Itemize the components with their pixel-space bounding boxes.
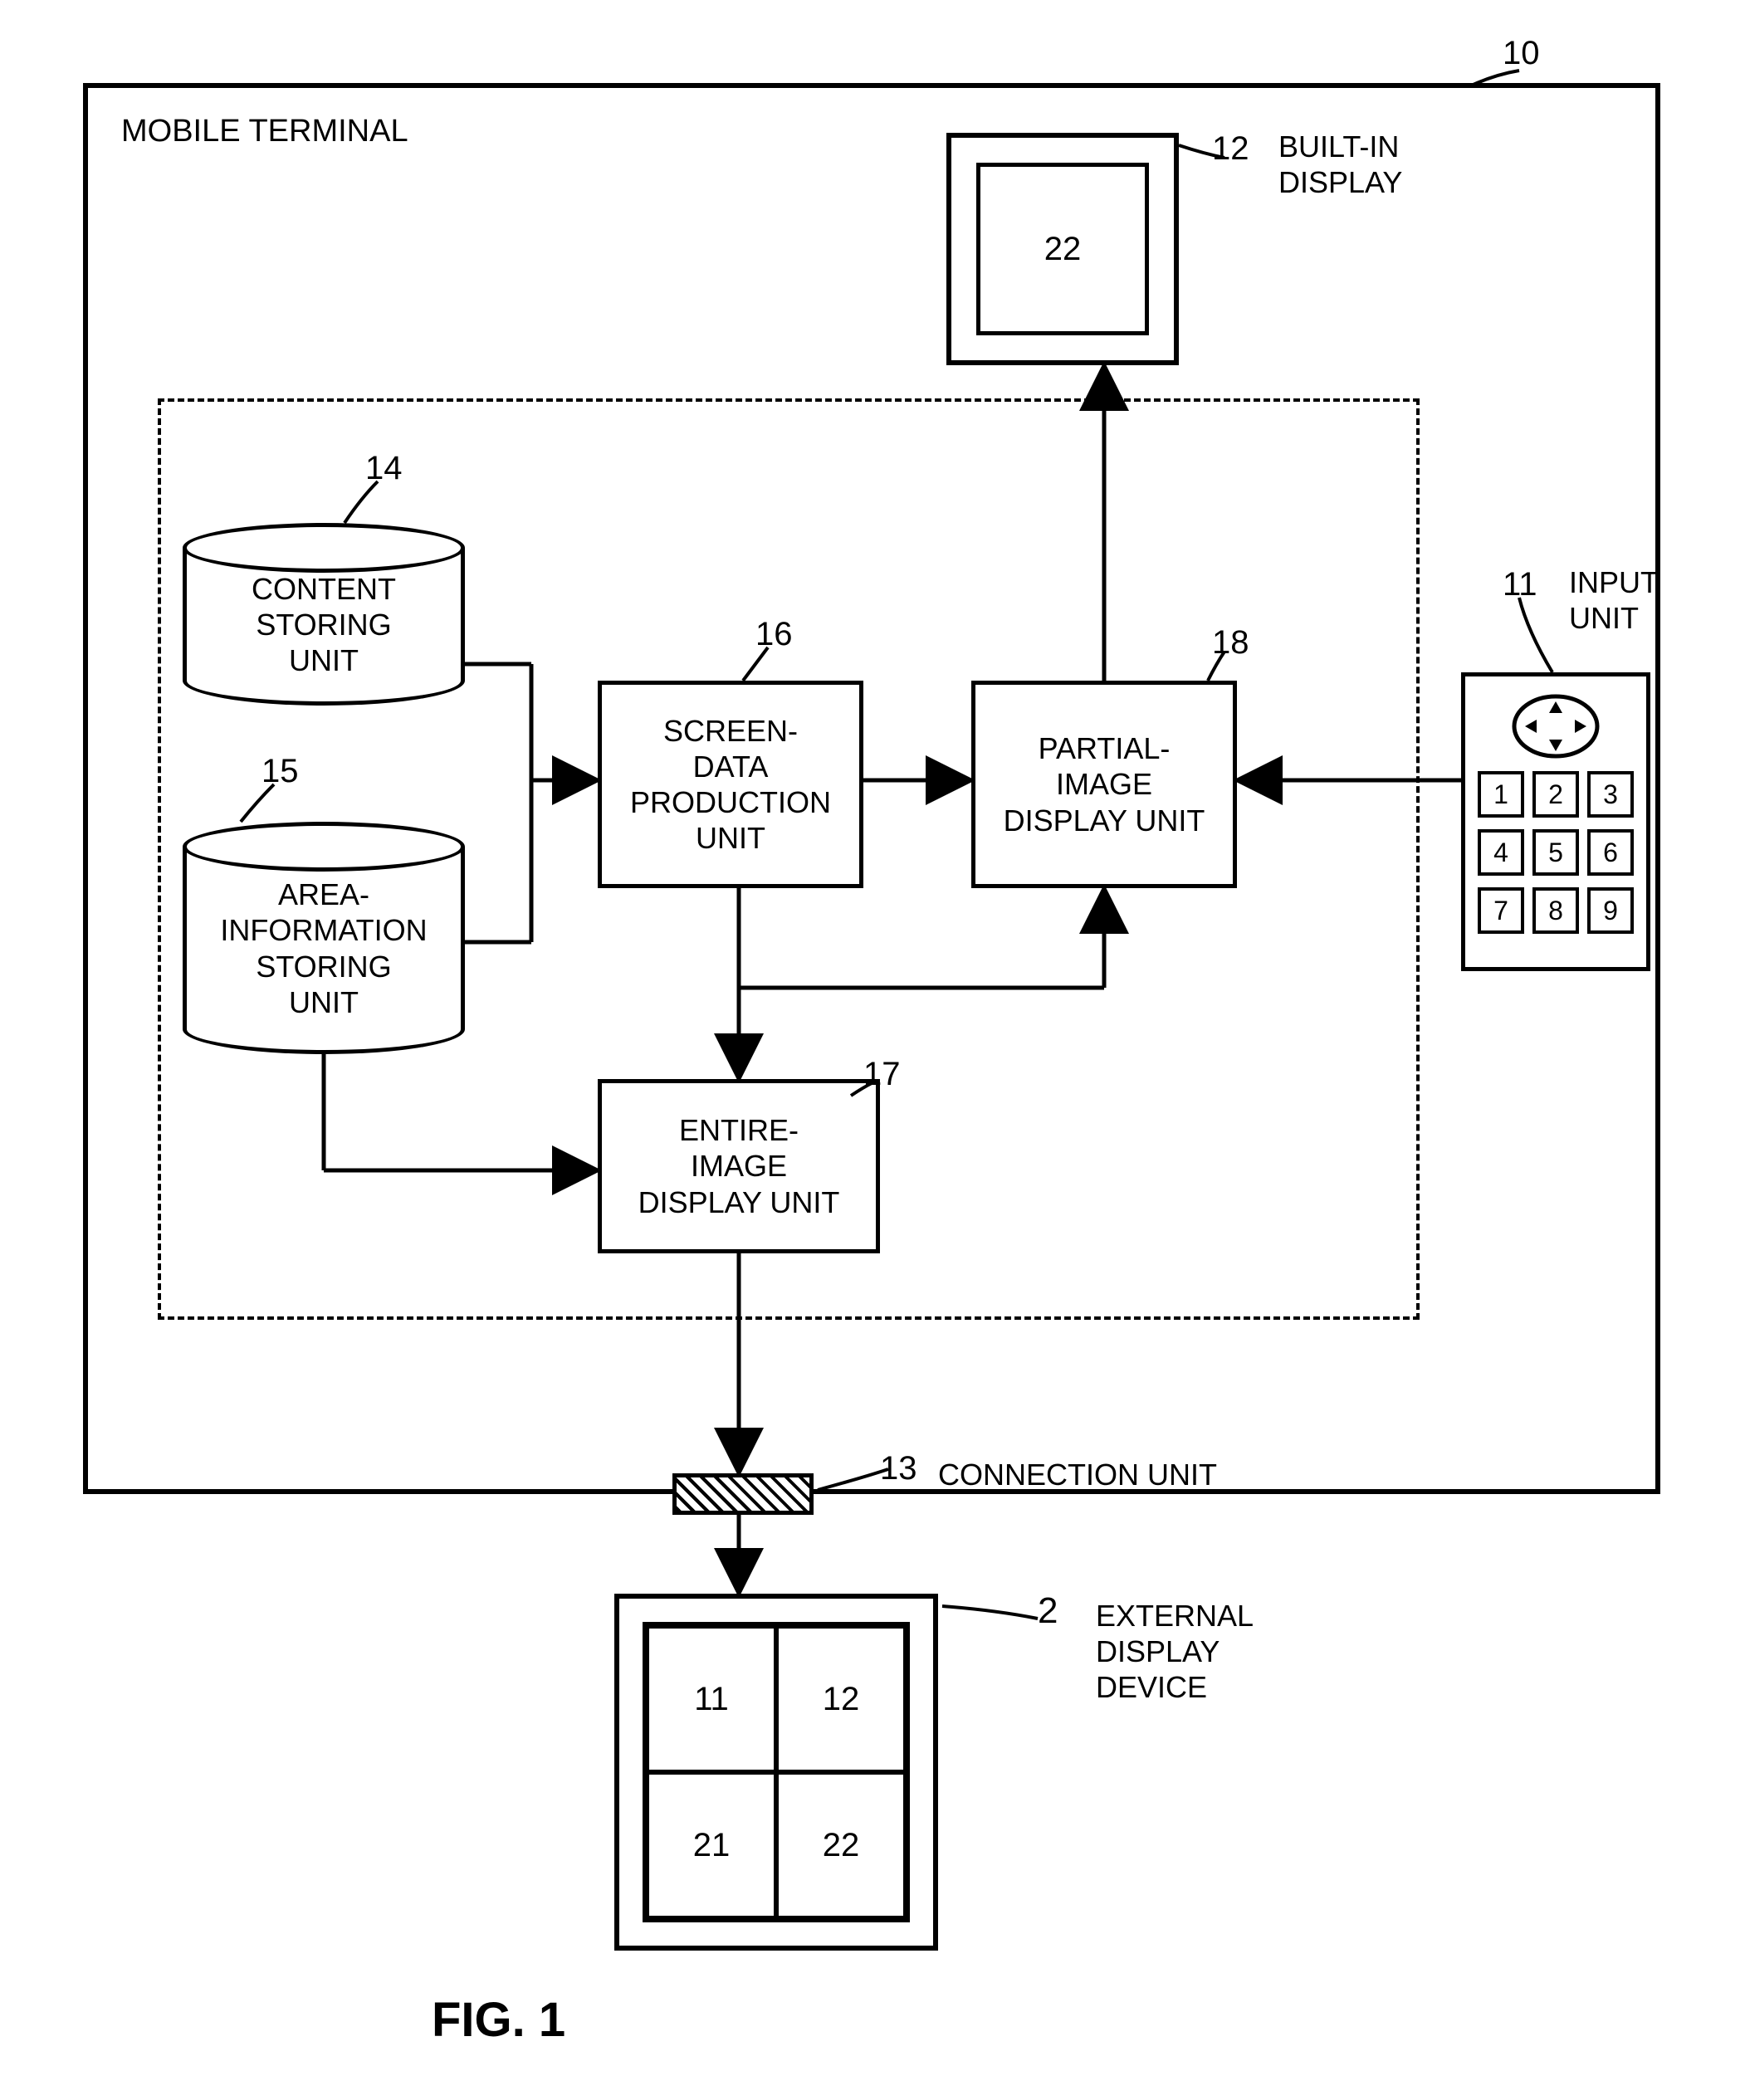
ref-12: 12 xyxy=(1212,129,1249,168)
key-4: 4 xyxy=(1478,829,1524,876)
ref-18: 18 xyxy=(1212,623,1249,662)
key-3: 3 xyxy=(1587,771,1634,818)
dpad-icon xyxy=(1510,693,1601,759)
connection-unit xyxy=(672,1473,814,1515)
external-display-label: EXTERNAL DISPLAY DEVICE xyxy=(1096,1598,1254,1706)
ref-14: 14 xyxy=(365,448,403,488)
screen-data-production-label: SCREEN- DATA PRODUCTION UNIT xyxy=(630,713,831,857)
key-5: 5 xyxy=(1532,829,1579,876)
builtin-display-label: BUILT-IN DISPLAY xyxy=(1278,129,1402,200)
external-display-device: 11 12 21 22 xyxy=(614,1594,938,1951)
key-7: 7 xyxy=(1478,887,1524,934)
builtin-display: 22 xyxy=(946,133,1179,365)
external-display-grid: 11 12 21 22 xyxy=(643,1622,910,1922)
keypad-row-3: 7 8 9 xyxy=(1478,887,1634,934)
ext-cell-12: 12 xyxy=(776,1626,906,1772)
content-storing-unit: CONTENT STORING UNIT xyxy=(183,523,465,706)
ref-15: 15 xyxy=(262,751,299,791)
ext-cell-11: 11 xyxy=(647,1626,776,1772)
input-unit-label: INPUT UNIT xyxy=(1569,564,1659,636)
key-6: 6 xyxy=(1587,829,1634,876)
builtin-display-value: 22 xyxy=(1044,231,1082,268)
ref-11: 11 xyxy=(1503,564,1537,604)
figure-label: FIG. 1 xyxy=(432,1992,565,2048)
ref-10: 10 xyxy=(1503,33,1540,73)
content-storing-label: CONTENT STORING UNIT xyxy=(252,571,396,679)
key-1: 1 xyxy=(1478,771,1524,818)
entire-image-display-label: ENTIRE- IMAGE DISPLAY UNIT xyxy=(638,1112,840,1220)
area-info-storing-unit: AREA- INFORMATION STORING UNIT xyxy=(183,822,465,1054)
builtin-display-screen: 22 xyxy=(976,163,1149,335)
key-9: 9 xyxy=(1587,887,1634,934)
partial-image-display-unit: PARTIAL- IMAGE DISPLAY UNIT xyxy=(971,681,1237,888)
partial-image-display-label: PARTIAL- IMAGE DISPLAY UNIT xyxy=(1004,730,1205,838)
area-info-storing-label: AREA- INFORMATION STORING UNIT xyxy=(220,877,427,1020)
mobile-terminal-title: MOBILE TERMINAL xyxy=(121,113,408,151)
key-2: 2 xyxy=(1532,771,1579,818)
ref-2: 2 xyxy=(1038,1590,1058,1634)
connection-unit-label: CONNECTION UNIT xyxy=(938,1457,1217,1492)
screen-data-production-unit: SCREEN- DATA PRODUCTION UNIT xyxy=(598,681,863,888)
keypad-row-1: 1 2 3 xyxy=(1478,771,1634,818)
keypad-row-2: 4 5 6 xyxy=(1478,829,1634,876)
entire-image-display-unit: ENTIRE- IMAGE DISPLAY UNIT xyxy=(598,1079,880,1253)
ref-13: 13 xyxy=(880,1448,917,1488)
ref-17: 17 xyxy=(863,1054,901,1094)
ref-16: 16 xyxy=(755,614,793,654)
key-8: 8 xyxy=(1532,887,1579,934)
diagram-canvas: MOBILE TERMINAL 10 22 12 BUILT-IN DISPLA… xyxy=(33,33,1712,2067)
input-unit: 1 2 3 4 5 6 7 8 9 xyxy=(1461,672,1650,971)
ext-cell-22: 22 xyxy=(776,1772,906,1918)
ext-cell-21: 21 xyxy=(647,1772,776,1918)
